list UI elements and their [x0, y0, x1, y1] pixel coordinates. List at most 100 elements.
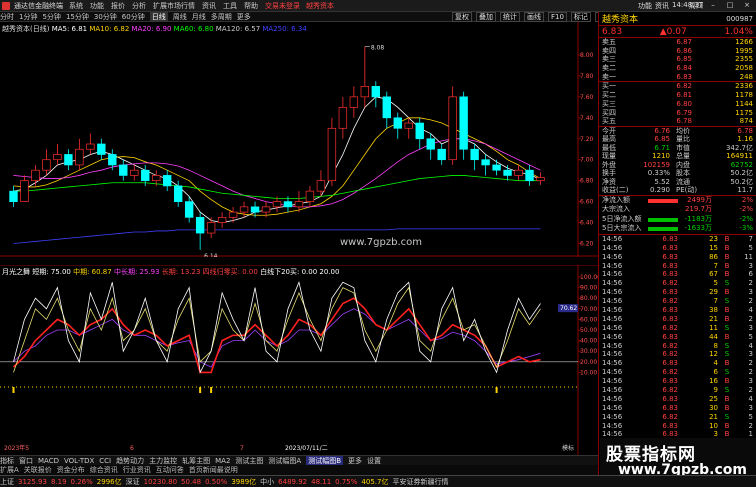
indicator-tab[interactable]: VOL-TDX — [64, 457, 94, 465]
period-tab[interactable]: 周线 — [173, 12, 187, 22]
info-tab[interactable]: 行业资讯 — [123, 465, 151, 475]
tick-count: 2 — [748, 421, 753, 430]
indicator-label: 20.00 — [319, 268, 340, 276]
info-tab[interactable]: 互动问答 — [156, 465, 184, 475]
tick-count: 7 — [748, 234, 753, 243]
status-item: 0.50% — [205, 477, 228, 486]
indicator-tab[interactable]: 主力监控 — [149, 456, 177, 466]
candle-body — [349, 96, 359, 108]
indicator-tab[interactable]: 指标 — [0, 456, 14, 466]
tick-row: 14:56 6.83 25 B 4 — [599, 395, 756, 404]
menu-item[interactable]: 报价 — [111, 2, 125, 10]
indicator-tab[interactable]: 趋势动力 — [116, 456, 144, 466]
period-tab[interactable]: 5分钟 — [42, 12, 60, 22]
toolbar-button[interactable]: 统计 — [500, 12, 520, 22]
period-tab[interactable]: 15分钟 — [66, 12, 89, 22]
tick-list[interactable]: 14:56 6.83 23 B 7 14:56 6.83 15 B 5 14:56 6.83 86 B 11… — [599, 235, 756, 457]
toolbar-button[interactable]: 标记 — [570, 12, 591, 22]
tick-row: 14:56 6.83 38 B 4 — [599, 306, 756, 315]
order-price: 6.86 — [676, 46, 692, 55]
period-tab[interactable]: 1分钟 — [19, 12, 37, 22]
y-tick-label: 40.00 — [580, 338, 597, 345]
tick-row: 14:56 6.83 23 B 7 — [599, 235, 756, 244]
title-control[interactable]: 功能 — [638, 1, 652, 11]
status-item: 0.75% — [335, 477, 358, 486]
info-tab[interactable]: 资金分布 — [57, 465, 85, 475]
toolbar-button[interactable]: 复权 — [452, 12, 472, 22]
close-icon[interactable]: × — [740, 1, 754, 11]
indicator-tab[interactable]: 更多 — [348, 456, 362, 466]
info-tab[interactable]: 扩展A — [0, 465, 19, 475]
indicator-chart[interactable]: 100.00 90.00 80.00 70.00 60.00 50.00 40.00 30.0… — [0, 265, 598, 455]
indicator-tab[interactable]: 轧筹主图 — [182, 456, 210, 466]
period-tab[interactable]: 多周期 — [211, 12, 232, 22]
menu-item[interactable]: 资讯 — [202, 2, 216, 10]
info-tab[interactable]: 关联报价 — [24, 465, 52, 475]
menu-item[interactable]: 帮助 — [244, 2, 258, 10]
menu-item[interactable]: 工具 — [223, 2, 237, 10]
tick-count: 3 — [748, 377, 753, 386]
tick-row: 14:56 6.82 6 S 2 — [599, 368, 756, 377]
indicator-tab[interactable]: 测试主图 — [235, 456, 263, 466]
candle-body — [119, 164, 128, 176]
menu-item[interactable]: 功能 — [90, 2, 104, 10]
tick-count: 2 — [748, 279, 753, 288]
maximize-icon[interactable]: □ — [723, 1, 737, 11]
order-volume: 2336 — [735, 82, 753, 91]
tick-price: 6.82 — [662, 341, 678, 350]
indicator-tab[interactable]: CCI — [99, 457, 111, 465]
stat-value: 6.78 — [737, 126, 753, 135]
y-tick-label: 20.00 — [580, 359, 597, 366]
indicator-tab[interactable]: MA2 — [215, 457, 230, 465]
period-tab[interactable]: 日线 — [149, 11, 168, 22]
menu-item[interactable]: 分析 — [132, 2, 146, 10]
flow-bar — [648, 217, 678, 222]
toolbar-button[interactable]: 叠加 — [476, 12, 496, 22]
indicator-tab[interactable]: 测试幅图B — [306, 455, 344, 466]
info-tab[interactable]: 首页新闻最说明 — [189, 465, 238, 475]
tick-volume: 15 — [709, 243, 718, 252]
order-level: 卖四 — [602, 46, 616, 55]
tick-count: 3 — [748, 350, 753, 359]
order-price: 6.78 — [676, 117, 692, 126]
menu-item[interactable]: 系统 — [69, 2, 83, 10]
status-item: 405.7亿 — [361, 477, 389, 486]
order-book-row: 买三 6.80 1144 — [599, 100, 756, 109]
indicator-tab[interactable]: MACD — [38, 457, 59, 465]
indicator-tab[interactable]: 窗口 — [19, 456, 33, 466]
period-tab[interactable]: 60分钟 — [122, 12, 145, 22]
ma-label: MA120: 6.57 — [215, 25, 263, 33]
menu-item[interactable]: 扩展市场行情 — [153, 2, 195, 10]
tick-row: 14:56 6.83 67 B 6 — [599, 270, 756, 279]
title-bar: 通达信金融终端 系统 功能 报价 分析 扩展市场行情 资讯 工具 帮助 交易未登录 越秀资本 功… — [0, 0, 756, 12]
toolbar-button[interactable]: F10 — [548, 12, 567, 22]
flow-bar — [648, 208, 678, 213]
title-control[interactable]: 周四 — [689, 1, 703, 11]
stat-label: PE(动) — [676, 186, 698, 195]
title-control[interactable]: 资讯 — [655, 1, 669, 11]
price-chart[interactable]: 8.00 7.80 7.60 7.40 7.20 7.00 6.80 6.60 6.40 6.20… — [0, 22, 598, 257]
flow-pct: 2% — [741, 195, 753, 204]
tick-price: 6.83 — [662, 306, 678, 314]
toolbar-button[interactable]: 画线 — [524, 12, 544, 22]
info-tab[interactable]: 综合资讯 — [90, 465, 118, 475]
tick-price: 6.83 — [662, 359, 678, 368]
title-control[interactable]: 14:48:37 — [672, 1, 703, 11]
indicator-label: 月光之舞 — [2, 268, 33, 276]
x-axis-label: 2023年5 — [4, 444, 29, 452]
indicator-tab[interactable]: 测试幅图A — [268, 456, 301, 466]
tick-volume: 8 — [713, 341, 718, 350]
tick-volume: 9 — [713, 386, 718, 395]
period-tab[interactable]: 更多 — [237, 12, 251, 22]
indicator-tab[interactable]: 设置 — [367, 456, 381, 466]
promo-link[interactable]: 越秀资本 — [306, 2, 334, 10]
period-tab[interactable]: 分时 — [0, 12, 14, 22]
stat-value: 6.76 — [654, 126, 670, 135]
ask-book: 卖五 6.87 1266 卖四 6.86 1995 卖三 6.85 2355 卖二 6.84 2058… — [599, 38, 756, 81]
minimize-icon[interactable]: – — [706, 1, 720, 11]
x-axis-label: 2023/07/11/二 — [285, 445, 328, 452]
promo-link[interactable]: 交易未登录 — [265, 2, 300, 10]
period-tab[interactable]: 月线 — [192, 12, 206, 22]
period-tab[interactable]: 30分钟 — [94, 12, 117, 22]
flow-label: 净流入额 — [602, 195, 630, 204]
